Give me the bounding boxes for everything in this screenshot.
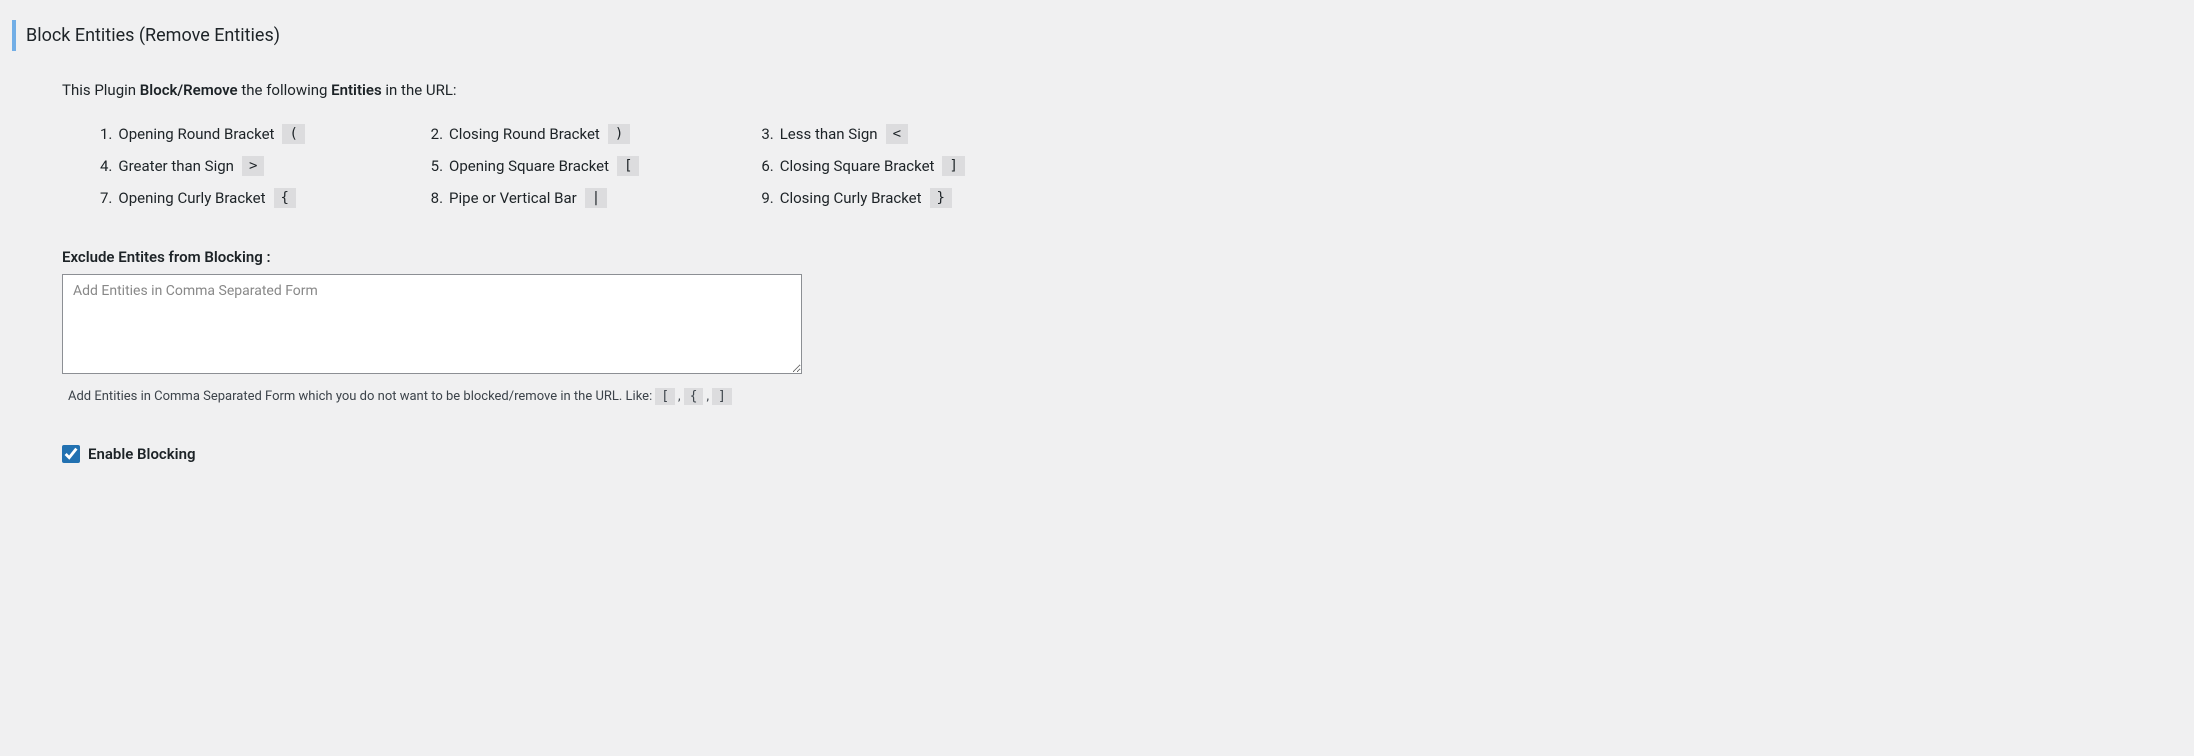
entity-label: Opening Round Bracket bbox=[118, 125, 274, 143]
helper-symbol: { bbox=[684, 388, 704, 405]
entity-label: Opening Curly Bracket bbox=[118, 189, 265, 207]
entity-item: 5. Opening Square Bracket [ bbox=[431, 156, 742, 176]
entity-num: 9. bbox=[761, 189, 773, 207]
entity-item: 2. Closing Round Bracket ) bbox=[431, 124, 742, 144]
intro-bold2: Entities bbox=[331, 81, 382, 99]
section-title: Block Entities (Remove Entities) bbox=[26, 25, 2182, 46]
entity-label: Closing Round Bracket bbox=[449, 125, 600, 143]
exclude-helper-text: Add Entities in Comma Separated Form whi… bbox=[68, 388, 1072, 405]
helper-symbol: [ bbox=[655, 388, 675, 405]
entity-symbol: | bbox=[585, 188, 607, 208]
intro-bold1: Block/Remove bbox=[140, 81, 238, 99]
entity-item: 6. Closing Square Bracket ] bbox=[761, 156, 1072, 176]
entity-label: Closing Square Bracket bbox=[780, 157, 935, 175]
entity-symbol: } bbox=[930, 188, 952, 208]
entity-item: 1. Opening Round Bracket ( bbox=[100, 124, 411, 144]
entity-num: 3. bbox=[761, 125, 773, 143]
entity-item: 3. Less than Sign < bbox=[761, 124, 1072, 144]
helper-symbol: ] bbox=[712, 388, 732, 405]
entity-label: Greater than Sign bbox=[118, 157, 234, 175]
exclude-entities-input[interactable] bbox=[62, 274, 802, 374]
content-area: This Plugin Block/Remove the following E… bbox=[12, 81, 1072, 463]
entity-symbol: < bbox=[886, 124, 908, 144]
entity-num: 4. bbox=[100, 157, 112, 175]
entity-symbol: ) bbox=[608, 124, 630, 144]
enable-blocking-label[interactable]: Enable Blocking bbox=[88, 445, 195, 463]
entity-symbol: ( bbox=[282, 124, 304, 144]
intro-mid: the following bbox=[238, 81, 332, 99]
helper-sep: , bbox=[678, 389, 681, 404]
entity-item: 7. Opening Curly Bracket { bbox=[100, 188, 411, 208]
helper-prefix: Add Entities in Comma Separated Form whi… bbox=[68, 389, 652, 404]
entity-num: 8. bbox=[431, 189, 443, 207]
enable-blocking-checkbox[interactable] bbox=[62, 445, 80, 463]
enable-blocking-row: Enable Blocking bbox=[62, 445, 1072, 463]
entity-symbol: ] bbox=[942, 156, 964, 176]
entity-num: 1. bbox=[100, 125, 112, 143]
entity-symbol: > bbox=[242, 156, 264, 176]
exclude-label: Exclude Entites from Blocking : bbox=[62, 248, 1072, 266]
entity-label: Closing Curly Bracket bbox=[780, 189, 922, 207]
entity-symbol: [ bbox=[617, 156, 639, 176]
entity-item: 4. Greater than Sign > bbox=[100, 156, 411, 176]
entity-label: Pipe or Vertical Bar bbox=[449, 189, 577, 207]
entity-num: 2. bbox=[431, 125, 443, 143]
intro-text: This Plugin Block/Remove the following E… bbox=[62, 81, 1072, 99]
intro-prefix: This Plugin bbox=[62, 81, 140, 99]
entity-symbol: { bbox=[274, 188, 296, 208]
entity-grid: 1. Opening Round Bracket ( 2. Closing Ro… bbox=[62, 124, 1072, 208]
entity-num: 5. bbox=[431, 157, 443, 175]
entity-item: 8. Pipe or Vertical Bar | bbox=[431, 188, 742, 208]
entity-label: Less than Sign bbox=[780, 125, 878, 143]
entity-num: 7. bbox=[100, 189, 112, 207]
entity-item: 9. Closing Curly Bracket } bbox=[761, 188, 1072, 208]
entity-label: Opening Square Bracket bbox=[449, 157, 609, 175]
entity-num: 6. bbox=[761, 157, 773, 175]
intro-suffix: in the URL: bbox=[382, 81, 457, 99]
section-header: Block Entities (Remove Entities) bbox=[12, 20, 2182, 51]
helper-sep: , bbox=[706, 389, 709, 404]
